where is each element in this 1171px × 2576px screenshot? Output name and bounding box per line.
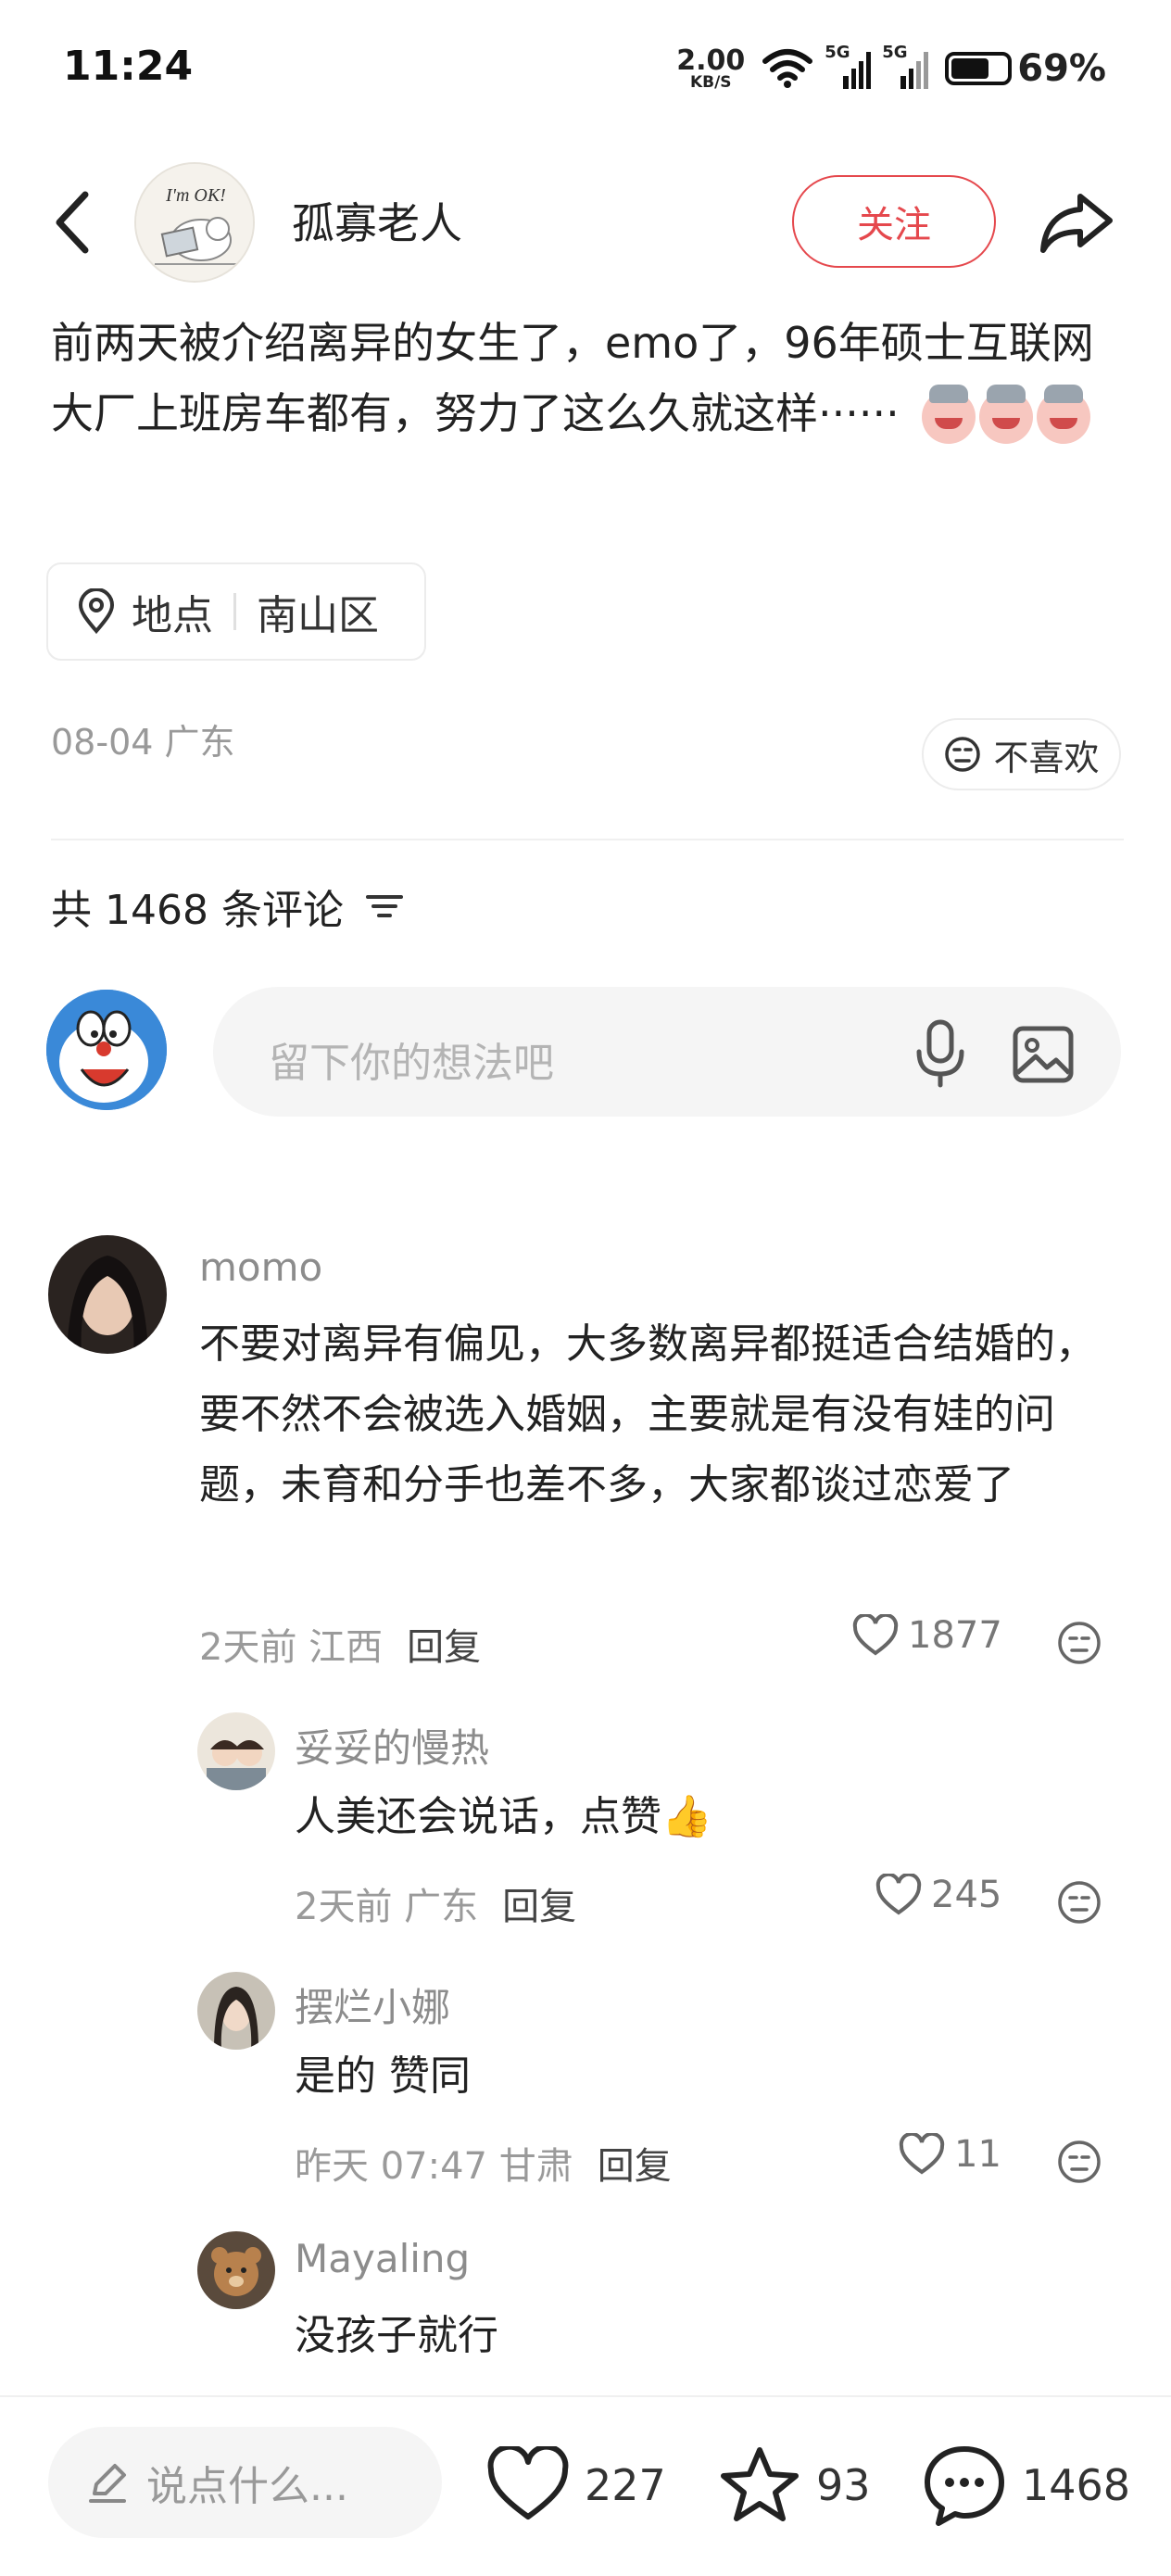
net-speed: 2.00 KB/S (676, 44, 746, 92)
post-like-count: 227 (585, 2460, 666, 2510)
comment-bubble-icon (925, 2446, 1004, 2526)
replier-avatar[interactable] (197, 1972, 275, 2050)
location-pin-icon (78, 588, 115, 635)
replier-avatar[interactable] (197, 2231, 275, 2309)
reply-like-button[interactable]: 11 (899, 2133, 1001, 2176)
post-comment-count: 1468 (1022, 2460, 1131, 2510)
doraemon-avatar-illustration (46, 990, 167, 1110)
signal-2-label: 5G (882, 43, 908, 62)
replier-name[interactable]: 摆烂小娜 (295, 1976, 450, 2033)
battery-icon (945, 52, 1013, 85)
follow-button[interactable]: 关注 (792, 175, 996, 268)
location-label: 地点 (132, 592, 213, 639)
reply-meta: 2天前 广东 回复 (295, 1876, 576, 1930)
replier-photo (197, 1972, 275, 2050)
heart-icon (852, 1614, 899, 1656)
image-upload-icon[interactable] (1010, 1021, 1077, 1088)
post-date: 08-04 广东 (51, 722, 235, 763)
wifi-icon (762, 49, 813, 88)
location-tag[interactable]: 地点 南山区 (46, 562, 426, 661)
bottom-action-bar: 说点什么... 227 93 1468 (0, 2395, 1171, 2576)
say-something-placeholder: 说点什么... (146, 2463, 348, 2510)
net-speed-unit: KB/S (689, 72, 732, 92)
signal-icon-2: 5G (882, 43, 929, 89)
back-arrow-icon[interactable] (46, 185, 102, 259)
reply-text: 没孩子就行 (295, 2312, 498, 2359)
comment-count-header: 共 1468 条评论 (51, 877, 405, 936)
status-icons: 2.00 KB/S 5G 5G 69% (676, 41, 1106, 96)
replier-name[interactable]: Mayaling (295, 2236, 470, 2281)
post-comment-button[interactable]: 1468 (922, 2434, 1130, 2536)
reply-text: 人美还会说话，点赞👍 (295, 1793, 712, 1840)
reply-time-location: 2天前 广东 (295, 1886, 479, 1928)
reply-text: 是的 赞同 (295, 2052, 471, 2100)
post-like-button[interactable]: 227 (486, 2434, 666, 2536)
crying-emoji-icon (1037, 384, 1091, 444)
status-time: 11:24 (63, 43, 194, 90)
reply-dislike-icon[interactable] (1056, 2139, 1102, 2185)
reply-like-button[interactable]: 245 (875, 1874, 1001, 1916)
comment-like-count: 1877 (908, 1614, 1002, 1657)
commenter-photo (48, 1235, 167, 1354)
crying-emoji-icon (979, 384, 1034, 444)
comment-dislike-icon[interactable] (1056, 1620, 1102, 1666)
heart-icon (875, 1874, 922, 1915)
dislike-label: 不喜欢 (993, 737, 1100, 778)
status-bar: 11:24 2.00 KB/S 5G 5G 69% (0, 0, 1171, 139)
microphone-icon[interactable] (908, 1017, 973, 1091)
battery-percent: 69% (1017, 47, 1106, 90)
author-avatar-illustration: I'm OK! (136, 164, 253, 281)
heart-icon (487, 2446, 569, 2519)
star-icon (721, 2447, 799, 2521)
crying-emoji-icon (922, 384, 976, 444)
comment-text: 不要对离异有偏见，大多数离异都挺适合结婚的，要不然不会被选入婚姻，主要就是有没有… (199, 1320, 1096, 1509)
replier-avatar[interactable] (197, 1712, 275, 1790)
reply-button[interactable]: 回复 (598, 2145, 672, 2188)
say-something-input[interactable]: 说点什么... (48, 2427, 442, 2538)
location-value: 南山区 (257, 592, 379, 639)
comment-meta: 2天前 江西 回复 (199, 1617, 481, 1671)
reply-button[interactable]: 回复 (502, 1886, 576, 1928)
comment-count-label: 共 1468 条评论 (51, 887, 344, 934)
comment-time-location: 2天前 江西 (199, 1626, 384, 1669)
current-user-avatar (46, 990, 167, 1110)
neutral-face-icon (945, 737, 981, 772)
reply-like-count: 245 (931, 1874, 1002, 1916)
pencil-icon (89, 2464, 126, 2503)
comment-input-placeholder: 留下你的想法吧 (269, 1040, 554, 1087)
section-divider (51, 839, 1124, 840)
replier-photo (197, 1712, 275, 1790)
comment-input[interactable]: 留下你的想法吧 (213, 987, 1121, 1117)
crying-emoji-group (922, 384, 1091, 444)
sort-filter-icon[interactable] (364, 890, 405, 923)
comment-like-button[interactable]: 1877 (852, 1614, 1002, 1657)
post-content: 前两天被介绍离异的女生了，emo了，96年硕士互联网大厂上班房车都有，努力了这么… (51, 308, 1126, 448)
heart-icon (899, 2133, 945, 2175)
post-collect-button[interactable]: 93 (718, 2434, 871, 2536)
replier-photo (197, 2231, 275, 2309)
dislike-button[interactable]: 不喜欢 (922, 718, 1121, 790)
commenter-avatar[interactable] (48, 1235, 167, 1354)
signal-icon-1: 5G (825, 43, 872, 89)
replier-name[interactable]: 妥妥的慢热 (295, 1717, 489, 1774)
battery-indicator: 69% (945, 47, 1106, 90)
author-name[interactable]: 孤寡老人 (292, 190, 462, 251)
reply-button[interactable]: 回复 (407, 1626, 481, 1669)
net-speed-value: 2.00 (676, 44, 746, 77)
location-separator (233, 593, 236, 630)
signal-1-label: 5G (825, 43, 850, 62)
commenter-name[interactable]: momo (199, 1244, 322, 1290)
share-icon[interactable] (1038, 185, 1116, 259)
post-collect-count: 93 (816, 2460, 871, 2510)
author-avatar[interactable]: I'm OK! (134, 162, 255, 283)
reply-dislike-icon[interactable] (1056, 1879, 1102, 1926)
reply-like-count: 11 (954, 2133, 1001, 2176)
post-header: I'm OK! 孤寡老人 关注 (0, 153, 1171, 292)
reply-time-location: 昨天 07:47 甘肃 (295, 2145, 573, 2188)
author-avatar-logo-text: I'm OK! (165, 185, 226, 206)
reply-meta: 昨天 07:47 甘肃 回复 (295, 2136, 672, 2190)
